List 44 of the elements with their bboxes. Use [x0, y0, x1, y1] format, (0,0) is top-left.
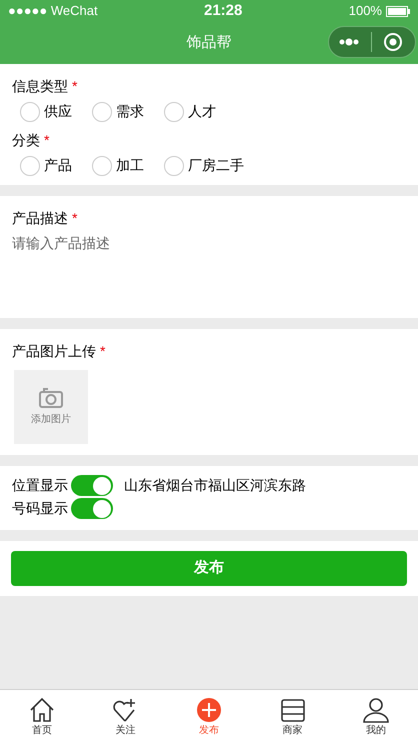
- required-mark: *: [72, 209, 78, 228]
- radio-button[interactable]: [92, 102, 112, 122]
- clock-text: 21:28: [204, 0, 242, 21]
- tab-item[interactable]: 关注: [84, 690, 168, 740]
- radio-button[interactable]: [92, 156, 112, 176]
- camera-icon: [39, 388, 63, 408]
- battery-text: 100%: [348, 2, 382, 20]
- radio-button[interactable]: [164, 156, 184, 176]
- radio-label: 产品: [44, 156, 72, 175]
- more-icon: [339, 38, 359, 46]
- tab-item[interactable]: 首页: [0, 690, 84, 740]
- radio-label: 加工: [116, 156, 144, 175]
- radio-button[interactable]: [20, 102, 40, 122]
- field-label: 产品图片上传: [12, 342, 96, 361]
- field-label: 产品描述: [12, 209, 68, 228]
- toggle-label: 位置显示: [12, 476, 68, 495]
- field-label: 分类: [12, 131, 40, 150]
- radio-label: 需求: [116, 102, 144, 121]
- radio-label: 厂房二手: [188, 156, 244, 175]
- tab-item[interactable]: 商家: [250, 690, 334, 740]
- toggle-switch[interactable]: [71, 475, 113, 496]
- user-icon: [363, 697, 390, 723]
- shop-icon: [280, 697, 306, 723]
- tab-item[interactable]: 发布: [167, 690, 251, 740]
- radio-label: 供应: [44, 102, 72, 121]
- battery-icon: [386, 6, 410, 16]
- tab-item[interactable]: 我的: [334, 690, 418, 740]
- toggle-switch[interactable]: [71, 498, 113, 519]
- toggle-label: 号码显示: [12, 499, 68, 518]
- required-mark: *: [100, 342, 106, 361]
- capsule-menu[interactable]: [328, 26, 416, 58]
- radio-button[interactable]: [164, 102, 184, 122]
- required-mark: *: [44, 131, 50, 150]
- plus-icon: [196, 697, 222, 723]
- carrier-text: ●●●●● WeChat: [8, 2, 98, 20]
- description-field[interactable]: 请输入产品描述: [0, 233, 418, 318]
- location-text: 山东省烟台市福山区河滨东路: [124, 476, 306, 495]
- field-label: 信息类型: [12, 77, 68, 96]
- home-icon: [28, 697, 55, 723]
- page-title: 饰品帮: [186, 32, 232, 53]
- radio-label: 人才: [188, 102, 216, 121]
- radio-button[interactable]: [20, 156, 40, 176]
- required-mark: *: [72, 77, 78, 96]
- add-image-button[interactable]: 添加图片: [14, 370, 88, 444]
